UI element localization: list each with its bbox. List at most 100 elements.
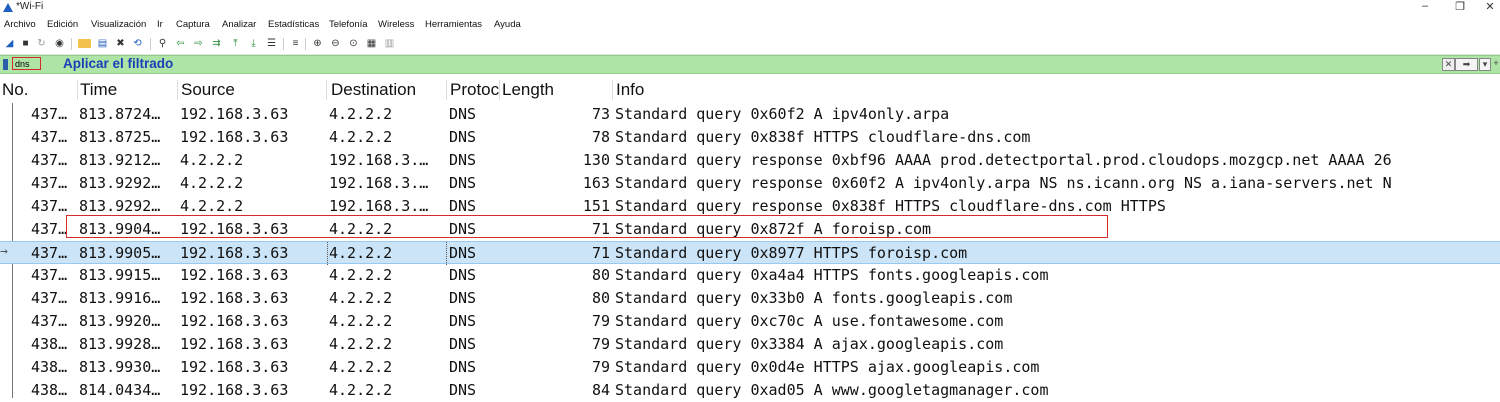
packet-cell-source: 4.2.2.2 [180, 151, 244, 169]
zoom-out-icon[interactable]: ⊖ [329, 37, 342, 50]
save-file-icon[interactable]: ▤ [96, 37, 109, 50]
title-bar: *Wi-Fi – ❐ ✕ [0, 0, 1500, 16]
apply-filter-label[interactable]: Aplicar el filtrado [63, 56, 173, 71]
packet-row[interactable]: 438… 813.9928… 192.168.3.63 4.2.2.2 DNS 79 Sta… [0, 333, 1500, 356]
packet-row[interactable]: 437… 813.9904… 192.168.3.63 4.2.2.2 DNS 71 Sta… [0, 218, 1500, 241]
menu-visualizacion[interactable]: Visualización [91, 19, 146, 30]
maximize-button[interactable]: ❐ [1445, 0, 1475, 13]
close-file-icon[interactable]: ✖ [114, 37, 127, 50]
clear-filter-icon[interactable]: ✕ [1442, 58, 1455, 71]
capture-options-icon[interactable]: ◉ [53, 37, 66, 50]
packet-cell-info: Standard query 0x8977 HTTPS foroisp.com [615, 244, 968, 262]
minimize-button[interactable]: – [1410, 0, 1440, 12]
packet-row[interactable]: 438… 813.9930… 192.168.3.63 4.2.2.2 DNS 79 Sta… [0, 356, 1500, 379]
bookmark-icon[interactable] [3, 59, 8, 70]
packet-cell-protocol: DNS [449, 312, 477, 330]
column-separator[interactable] [446, 80, 447, 100]
packet-cell-no: 437… [31, 220, 68, 238]
packet-cell-info: Standard query 0xad05 A www.googletagman… [615, 381, 1049, 399]
column-length[interactable]: Length [502, 80, 554, 100]
packet-cell-destination: 192.168.3.… [329, 174, 429, 192]
packet-row[interactable]: 437… 813.9292… 4.2.2.2 192.168.3.… DNS 151 Sta… [0, 195, 1500, 218]
packet-row[interactable]: 438… 814.0434… 192.168.3.63 4.2.2.2 DNS 84 Sta… [0, 379, 1500, 402]
packet-row[interactable]: 437… 813.8725… 192.168.3.63 4.2.2.2 DNS 78 Sta… [0, 126, 1500, 149]
toolbar-separator [305, 38, 306, 50]
reload-icon[interactable]: ⟲ [131, 37, 144, 50]
packet-cell-no: 438… [31, 335, 68, 353]
column-info[interactable]: Info [616, 80, 644, 100]
resize-columns-icon[interactable]: ▦ [365, 37, 378, 50]
close-button[interactable]: ✕ [1475, 0, 1500, 13]
menu-captura[interactable]: Captura [176, 19, 210, 30]
menu-estadisticas[interactable]: Estadísticas [268, 19, 319, 30]
apply-filter-arrow-icon[interactable]: ➡ [1455, 58, 1478, 71]
toolbar-separator [150, 38, 151, 50]
zoom-in-icon[interactable]: ⊕ [311, 37, 324, 50]
colorize-icon[interactable]: ≡ [289, 37, 302, 50]
column-destination[interactable]: Destination [331, 80, 416, 100]
restart-icon[interactable]: ↻ [35, 37, 48, 50]
menu-ayuda[interactable]: Ayuda [494, 19, 521, 30]
menu-herramientas[interactable]: Herramientas [425, 19, 482, 30]
packet-cell-source: 192.168.3.63 [180, 289, 289, 307]
focus-cell-outline [446, 242, 447, 265]
first-packet-icon[interactable]: ⤒ [229, 37, 242, 50]
toolbar-separator [71, 38, 72, 50]
packet-cell-length: 151 [582, 197, 610, 215]
packet-cell-no: 437… [31, 289, 68, 307]
packet-cell-length: 84 [591, 381, 610, 399]
column-separator[interactable] [77, 80, 78, 100]
menu-telefonia[interactable]: Telefonía [329, 19, 368, 30]
column-separator[interactable] [177, 80, 178, 100]
packet-cell-no: 437… [31, 151, 68, 169]
menu-ir[interactable]: Ir [157, 19, 163, 30]
open-folder-icon[interactable] [78, 39, 91, 48]
column-source[interactable]: Source [181, 80, 235, 100]
column-no[interactable]: No. [2, 80, 28, 100]
auto-scroll-icon[interactable]: ☰ [265, 37, 278, 50]
packet-cell-destination: 192.168.3.… [329, 151, 429, 169]
packet-cell-length: 79 [591, 335, 610, 353]
packet-cell-length: 73 [591, 105, 610, 123]
packet-cell-info: Standard query 0xc70c A use.fontawesome.… [615, 312, 1004, 330]
last-packet-icon[interactable]: ⤓ [247, 37, 260, 50]
menu-edicion[interactable]: Edición [47, 19, 78, 30]
go-forward-icon[interactable]: ⇨ [192, 37, 205, 50]
column-separator[interactable] [612, 80, 613, 100]
packet-cell-protocol: DNS [449, 128, 477, 146]
packet-row[interactable]: → 437… 813.9905… 192.168.3.63 4.2.2.2 DNS 71 St… [0, 241, 1500, 265]
column-time[interactable]: Time [80, 80, 117, 100]
go-to-packet-icon[interactable]: ⇉ [210, 37, 223, 50]
packet-row[interactable]: 437… 813.9916… 192.168.3.63 4.2.2.2 DNS 80 Sta… [0, 287, 1500, 310]
layout-icon[interactable]: ▥ [383, 37, 396, 50]
packet-cell-length: 78 [591, 128, 610, 146]
packet-cell-length: 130 [582, 151, 610, 169]
column-protocol[interactable]: Protoc [450, 80, 499, 100]
filter-history-dropdown-icon[interactable]: ▾ [1479, 58, 1491, 71]
shark-fin-start-icon[interactable]: ◢ [3, 37, 16, 50]
stop-icon[interactable]: ■ [19, 37, 32, 50]
find-icon[interactable]: ⚲ [156, 37, 169, 50]
menu-archivo[interactable]: Archivo [4, 19, 36, 30]
packet-row[interactable]: 437… 813.8724… 192.168.3.63 4.2.2.2 DNS 73 Sta… [0, 103, 1500, 126]
packet-cell-protocol: DNS [449, 174, 477, 192]
packet-row[interactable]: 437… 813.9920… 192.168.3.63 4.2.2.2 DNS 79 Sta… [0, 310, 1500, 333]
wireshark-logo-icon [3, 3, 13, 12]
packet-cell-time: 813.9212… [79, 151, 161, 169]
packet-cell-info: Standard query 0x0d4e HTTPS ajax.googlea… [615, 358, 1040, 376]
display-filter-input[interactable]: dns [12, 57, 41, 70]
packet-row[interactable]: 437… 813.9292… 4.2.2.2 192.168.3.… DNS 163 Sta… [0, 172, 1500, 195]
packet-cell-destination: 4.2.2.2 [329, 266, 393, 284]
column-separator[interactable] [326, 80, 327, 100]
packet-row[interactable]: 437… 813.9212… 4.2.2.2 192.168.3.… DNS 130 Sta… [0, 149, 1500, 172]
packet-cell-protocol: DNS [449, 266, 477, 284]
go-back-icon[interactable]: ⇦ [174, 37, 187, 50]
column-separator[interactable] [499, 80, 500, 100]
menu-analizar[interactable]: Analizar [222, 19, 256, 30]
menu-wireless[interactable]: Wireless [378, 19, 414, 30]
packet-row[interactable]: 437… 813.9915… 192.168.3.63 4.2.2.2 DNS 80 Sta… [0, 264, 1500, 287]
packet-cell-info: Standard query 0x838f HTTPS cloudflare-d… [615, 128, 1031, 146]
packet-cell-destination: 4.2.2.2 [329, 381, 393, 399]
zoom-normal-icon[interactable]: ⊙ [347, 37, 360, 50]
add-filter-button-icon[interactable]: + [1492, 58, 1500, 69]
